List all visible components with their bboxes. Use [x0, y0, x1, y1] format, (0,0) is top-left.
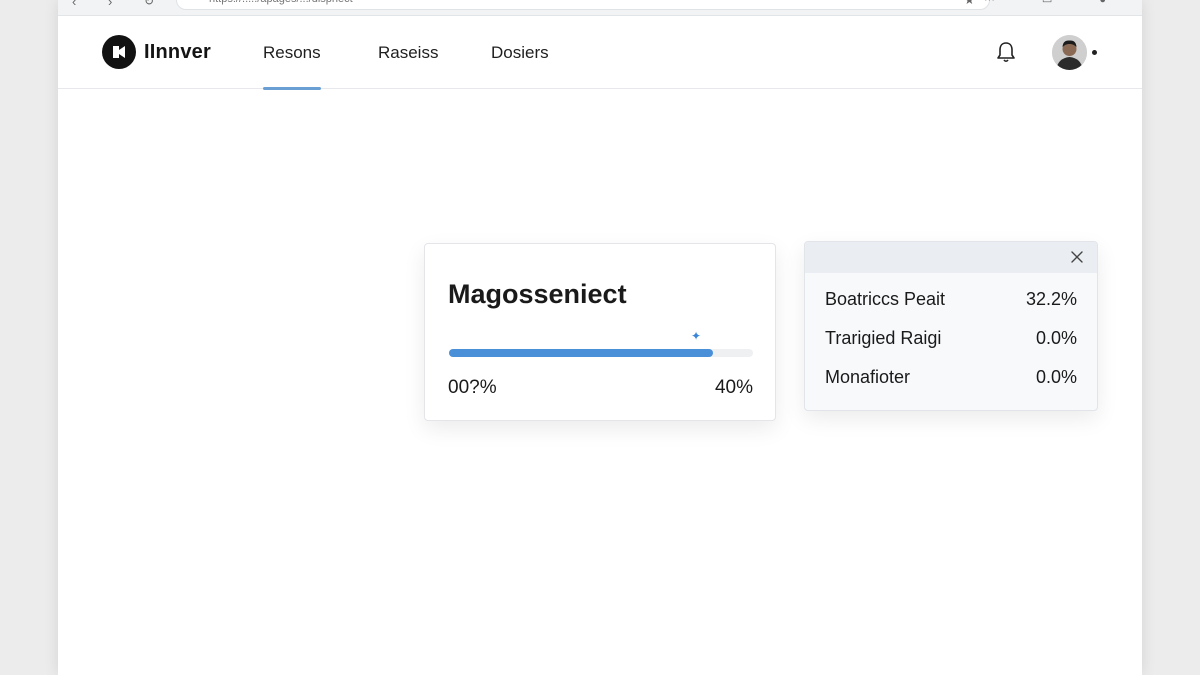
progress-start-label: 00?%: [448, 377, 497, 398]
browser-nav-arrows[interactable]: ‹ ›: [72, 0, 126, 9]
progress-card-title: Magosseniect: [448, 279, 627, 309]
app-name: IInnver: [144, 40, 211, 63]
stats-panel-header: [805, 242, 1097, 273]
nav-tab-dosiers[interactable]: Dosiers: [491, 16, 549, 89]
progress-end-label: 40%: [714, 377, 753, 398]
stats-panel: Boatriccs Peait 32.2% Trarigied Raigi 0.…: [804, 241, 1098, 411]
stats-row: Trarigied Raigi 0.0%: [825, 326, 1077, 350]
stats-row-label: Trarigied Raigi: [825, 327, 942, 348]
stats-row-label: Boatriccs Peait: [825, 288, 946, 309]
progress-sparkle-icon: ✦: [691, 329, 702, 343]
nav-tab-resons[interactable]: Resons: [263, 16, 321, 90]
close-icon[interactable]: [1069, 249, 1085, 265]
logo-icon: [102, 35, 136, 69]
stats-row-value: 0.0%: [1035, 366, 1077, 387]
stats-row-value: 0.0%: [1035, 327, 1077, 348]
nav-tab-label: Resons: [263, 42, 321, 62]
browser-menu-icons[interactable]: ⋯ ▭ ●: [984, 0, 1128, 6]
brand-logo[interactable]: IInnver: [102, 35, 211, 69]
stats-row-label: Monafioter: [825, 366, 911, 387]
stats-row: Boatriccs Peait 32.2%: [825, 287, 1077, 311]
app-header: IInnver Resons Raseiss Dosiers: [58, 16, 1142, 90]
app-window: ‹ › ↻ https://...../apages/.../dispnect …: [58, 0, 1142, 675]
stats-row: Monafioter 0.0%: [825, 365, 1077, 389]
nav-tab-label: Dosiers: [491, 42, 549, 62]
stats-row-value: 32.2%: [1025, 288, 1077, 309]
nav-tab-raseiss[interactable]: Raseiss: [378, 16, 438, 89]
browser-toolbar: ‹ › ↻ https://...../apages/.../dispnect …: [58, 0, 1142, 16]
account-menu-dot-icon[interactable]: [1092, 50, 1097, 55]
address-bar[interactable]: https://...../apages/.../dispnect: [176, 0, 990, 10]
user-avatar[interactable]: [1052, 35, 1087, 70]
progress-card: Magosseniect ✦ 00?% 40%: [424, 243, 776, 421]
progress-bar-fill: [449, 349, 714, 357]
nav-tab-label: Raseiss: [378, 42, 439, 62]
notification-bell-icon[interactable]: [995, 40, 1017, 64]
reload-icon[interactable]: ↻: [144, 0, 154, 8]
progress-bar: [449, 349, 753, 357]
bookmark-star-icon[interactable]: ★: [964, 0, 975, 7]
